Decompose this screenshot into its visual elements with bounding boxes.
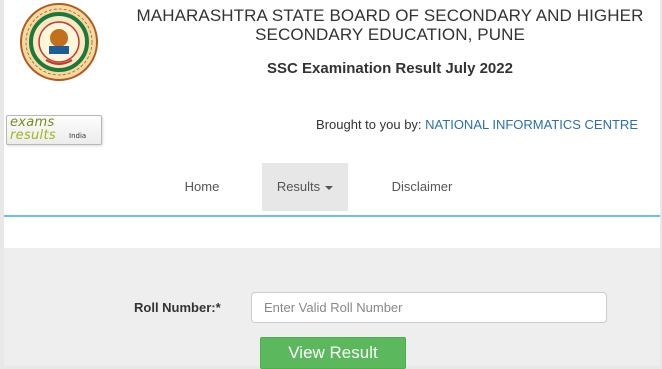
- brought-by: Brought to you by: NATIONAL INFORMATICS …: [316, 117, 638, 132]
- nav-results-label: Results: [276, 179, 321, 194]
- badge-line-2: results: [10, 128, 56, 143]
- exam-results-badge[interactable]: exams results India: [6, 115, 102, 145]
- caret-down-icon: [325, 185, 334, 190]
- nav-results-dropdown[interactable]: Results: [262, 163, 348, 211]
- exam-title: SSC Examination Result July 2022: [267, 60, 513, 77]
- view-result-button[interactable]: View Result: [260, 337, 406, 369]
- brought-by-org: NATIONAL INFORMATICS CENTRE: [425, 117, 638, 132]
- roll-number-label: Roll Number:*: [134, 300, 221, 315]
- nav-disclaimer-label: Disclaimer: [391, 179, 453, 194]
- page: MAHARASHTRA STATE BOARD OF SECONDARY AND…: [4, 0, 660, 369]
- nav-home-label: Home: [184, 179, 220, 194]
- nav-home[interactable]: Home: [172, 163, 232, 211]
- nav-disclaimer[interactable]: Disclaimer: [382, 163, 462, 211]
- badge-line-3: India: [69, 132, 87, 140]
- main-nav: Home Results Disclaimer: [4, 163, 660, 213]
- board-seal-icon: [16, 2, 102, 82]
- roll-number-input[interactable]: [251, 292, 607, 323]
- result-form: Roll Number:* View Result: [4, 248, 660, 369]
- brought-by-label: Brought to you by:: [316, 117, 422, 132]
- board-title: MAHARASHTRA STATE BOARD OF SECONDARY AND…: [136, 6, 644, 44]
- nav-divider: [4, 215, 660, 217]
